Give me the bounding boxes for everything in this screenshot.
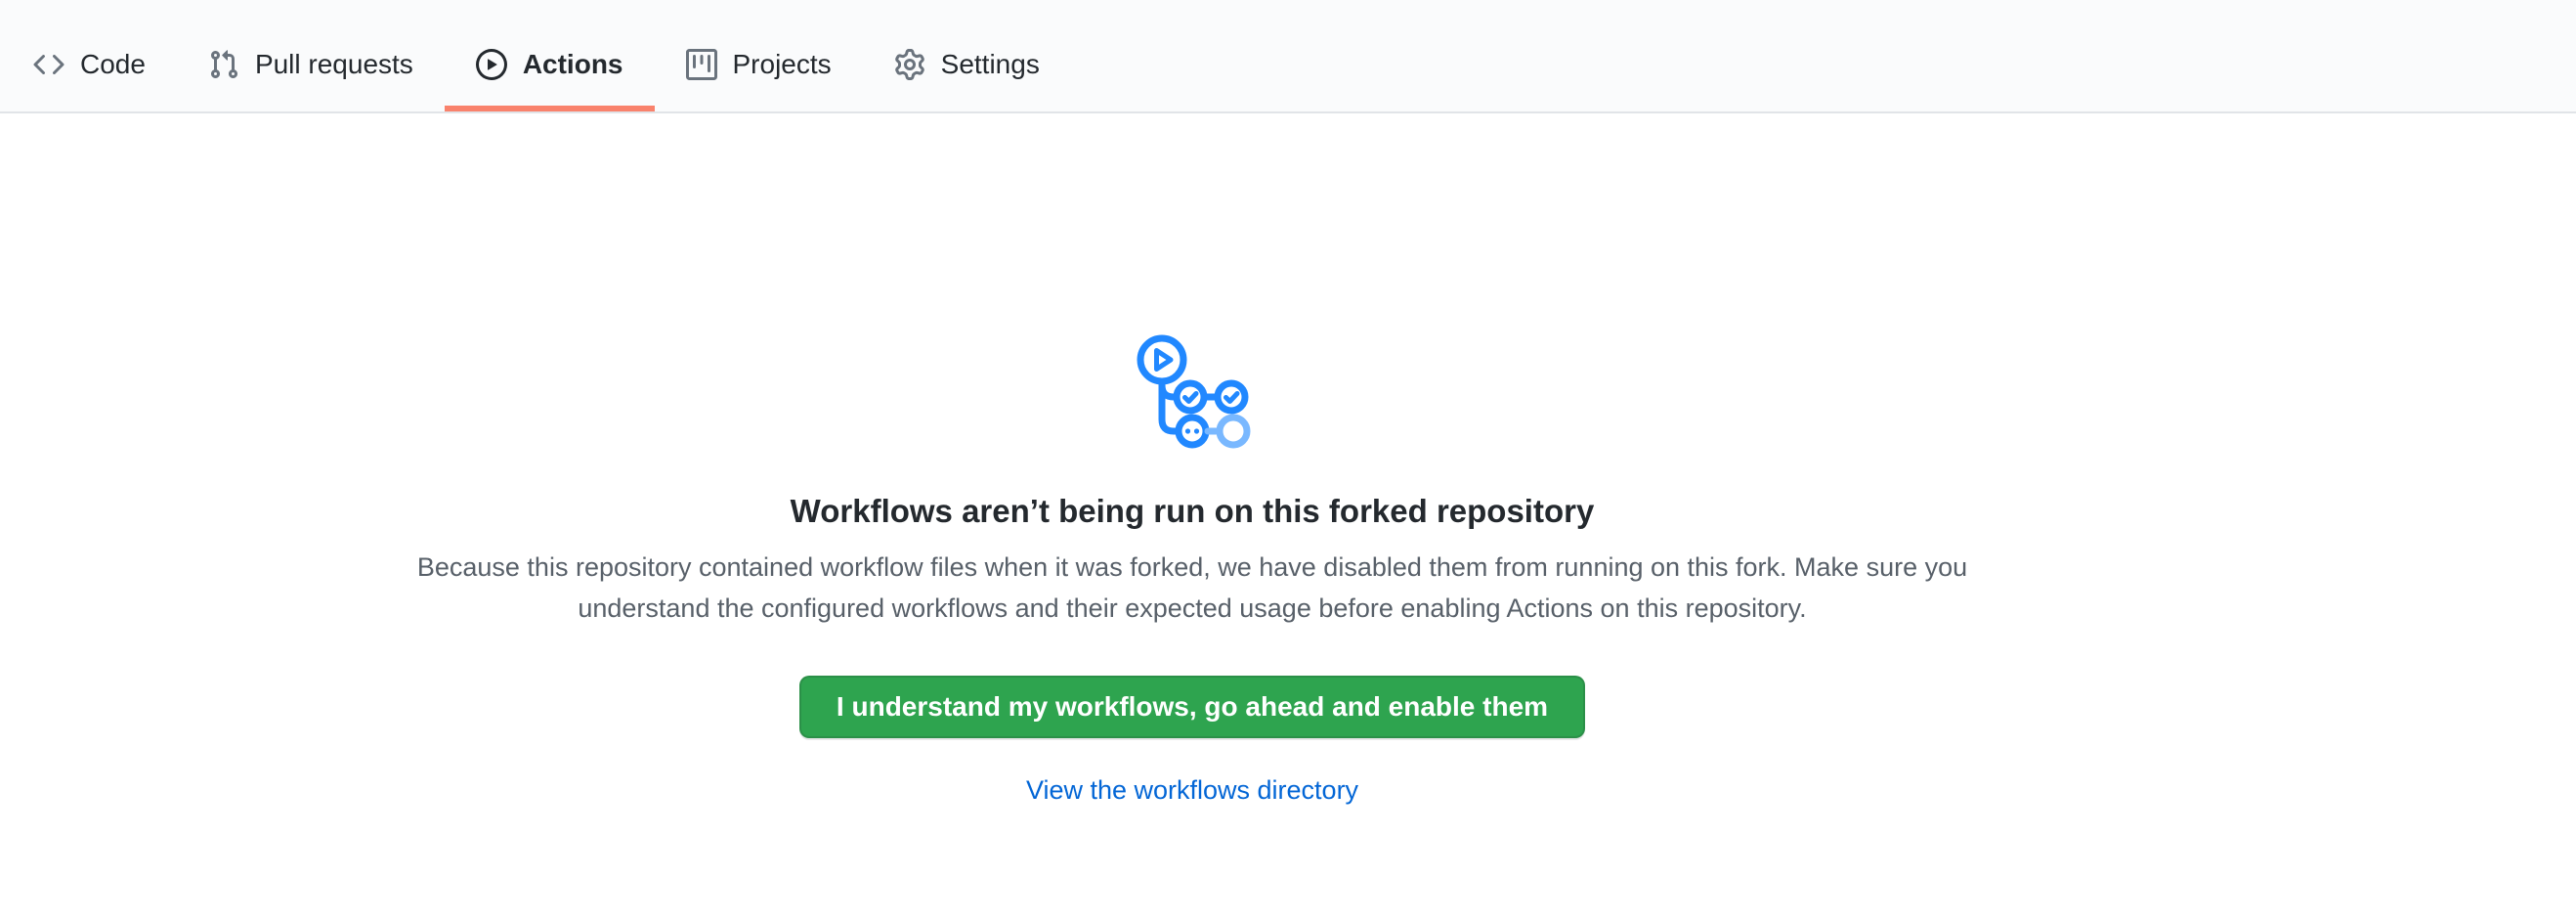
project-icon [686, 49, 717, 80]
tab-code-label: Code [80, 51, 146, 78]
enable-workflows-button[interactable]: I understand my workflows, go ahead and … [799, 676, 1585, 738]
gear-icon [894, 49, 925, 80]
blankslate-description: Because this repository contained workfl… [410, 547, 1974, 629]
tab-settings[interactable]: Settings [863, 18, 1071, 111]
blankslate: Workflows aren’t being run on this forke… [410, 113, 1974, 806]
actions-blankslate-page: Workflows aren’t being run on this forke… [0, 113, 2576, 923]
tab-projects[interactable]: Projects [655, 18, 863, 111]
git-pull-request-icon [208, 49, 239, 80]
blankslate-title: Workflows aren’t being run on this forke… [410, 491, 1974, 533]
workflow-graph-icon [1133, 334, 1252, 450]
tab-actions[interactable]: Actions [445, 18, 655, 111]
tab-pull-requests-label: Pull requests [255, 51, 413, 78]
tab-actions-label: Actions [523, 51, 623, 78]
code-icon [33, 49, 64, 80]
play-icon [476, 49, 507, 80]
repo-tab-nav: Code Pull requests Actions Projects [0, 0, 2576, 113]
tab-pull-requests[interactable]: Pull requests [177, 18, 445, 111]
tab-settings-label: Settings [941, 51, 1040, 78]
tab-projects-label: Projects [733, 51, 832, 78]
view-workflows-directory-link[interactable]: View the workflows directory [1026, 775, 1358, 806]
tab-code[interactable]: Code [2, 18, 177, 111]
